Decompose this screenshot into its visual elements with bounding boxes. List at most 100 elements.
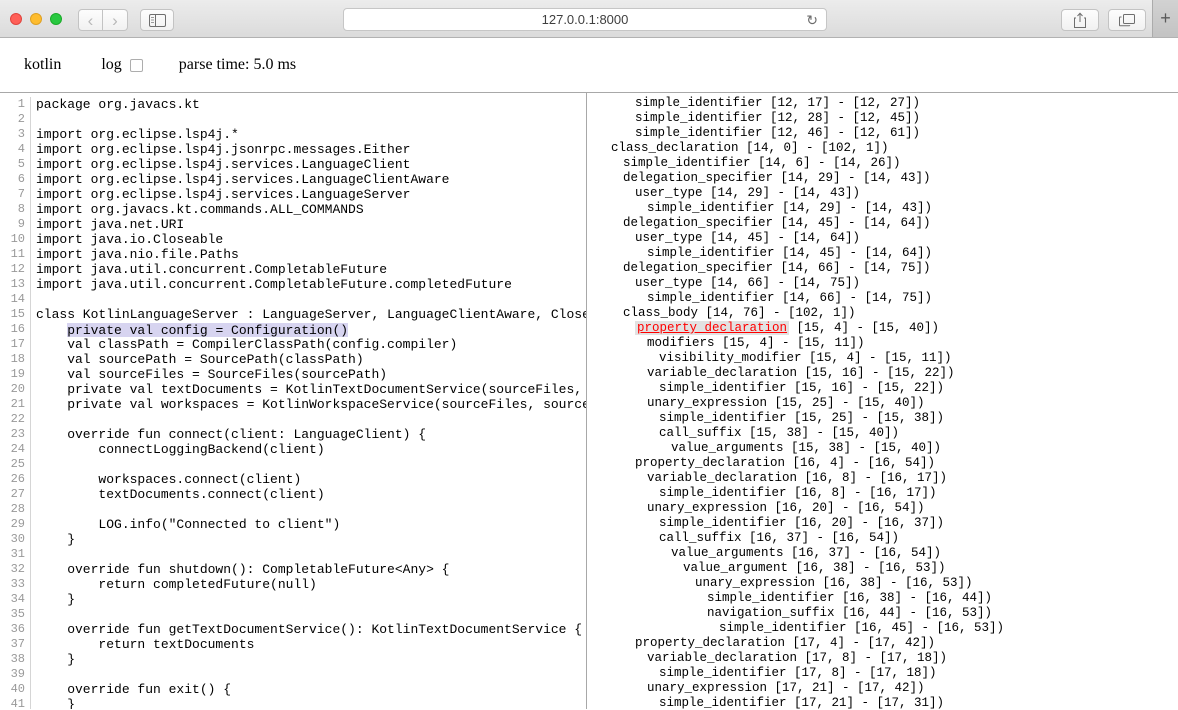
node-name[interactable]: visibility_modifier: [659, 351, 802, 365]
tree-node[interactable]: simple_identifier [12, 46] - [12, 61]): [587, 126, 1178, 141]
code-line[interactable]: 11import java.nio.file.Paths: [0, 247, 586, 262]
new-tab-button[interactable]: +: [1152, 0, 1178, 37]
code-line[interactable]: 34 }: [0, 592, 586, 607]
node-name[interactable]: simple_identifier: [659, 696, 787, 709]
tree-node[interactable]: user_type [14, 29] - [14, 43]): [587, 186, 1178, 201]
code-line[interactable]: 1package org.javacs.kt: [0, 97, 586, 112]
node-name[interactable]: delegation_specifier: [623, 216, 773, 230]
tree-node[interactable]: simple_identifier [17, 21] - [17, 31]): [587, 696, 1178, 709]
node-name[interactable]: simple_identifier: [719, 621, 847, 635]
tree-node[interactable]: visibility_modifier [15, 4] - [15, 11]): [587, 351, 1178, 366]
node-name[interactable]: simple_identifier: [623, 156, 751, 170]
node-name[interactable]: modifiers: [647, 336, 715, 350]
node-name[interactable]: user_type: [635, 231, 703, 245]
tree-node[interactable]: property_declaration [15, 4] - [15, 40]): [587, 321, 1178, 336]
node-name[interactable]: variable_declaration: [647, 366, 797, 380]
sidebar-toggle-button[interactable]: [140, 9, 174, 31]
code-line[interactable]: 22: [0, 412, 586, 427]
tree-node[interactable]: simple_identifier [14, 45] - [14, 64]): [587, 246, 1178, 261]
code-line[interactable]: 4import org.eclipse.lsp4j.jsonrpc.messag…: [0, 142, 586, 157]
tree-node[interactable]: simple_identifier [14, 66] - [14, 75]): [587, 291, 1178, 306]
code-line[interactable]: 10import java.io.Closeable: [0, 232, 586, 247]
log-checkbox[interactable]: [130, 59, 143, 72]
tree-node[interactable]: call_suffix [15, 38] - [15, 40]): [587, 426, 1178, 441]
tree-node[interactable]: property_declaration [16, 4] - [16, 54]): [587, 456, 1178, 471]
node-name[interactable]: simple_identifier: [659, 411, 787, 425]
code-line[interactable]: 19 val sourceFiles = SourceFiles(sourceP…: [0, 367, 586, 382]
node-name[interactable]: navigation_suffix: [707, 606, 835, 620]
node-name[interactable]: simple_identifier: [659, 381, 787, 395]
node-name[interactable]: unary_expression: [647, 681, 767, 695]
code-line[interactable]: 24 connectLoggingBackend(client): [0, 442, 586, 457]
code-line[interactable]: 16 private val config = Configuration(): [0, 322, 586, 337]
node-name[interactable]: property_declaration: [635, 456, 785, 470]
tree-node[interactable]: user_type [14, 66] - [14, 75]): [587, 276, 1178, 291]
tree-node[interactable]: simple_identifier [17, 8] - [17, 18]): [587, 666, 1178, 681]
code-line[interactable]: 28: [0, 502, 586, 517]
node-name[interactable]: simple_identifier: [707, 591, 835, 605]
code-line[interactable]: 2: [0, 112, 586, 127]
code-line[interactable]: 5import org.eclipse.lsp4j.services.Langu…: [0, 157, 586, 172]
node-name[interactable]: value_arguments: [671, 441, 784, 455]
code-line[interactable]: 33 return completedFuture(null): [0, 577, 586, 592]
forward-button[interactable]: ›: [103, 9, 128, 31]
tree-node[interactable]: value_argument [16, 38] - [16, 53]): [587, 561, 1178, 576]
code-line[interactable]: 27 textDocuments.connect(client): [0, 487, 586, 502]
code-line[interactable]: 6import org.eclipse.lsp4j.services.Langu…: [0, 172, 586, 187]
code-line[interactable]: 15class KotlinLanguageServer : LanguageS…: [0, 307, 586, 322]
code-line[interactable]: 38 }: [0, 652, 586, 667]
tree-node[interactable]: variable_declaration [15, 16] - [15, 22]…: [587, 366, 1178, 381]
node-name[interactable]: simple_identifier: [659, 486, 787, 500]
code-line[interactable]: 8import org.javacs.kt.commands.ALL_COMMA…: [0, 202, 586, 217]
node-name[interactable]: delegation_specifier: [623, 261, 773, 275]
node-name[interactable]: delegation_specifier: [623, 171, 773, 185]
code-line[interactable]: 26 workspaces.connect(client): [0, 472, 586, 487]
node-name[interactable]: class_body: [623, 306, 698, 320]
node-name[interactable]: simple_identifier: [659, 666, 787, 680]
node-name[interactable]: simple_identifier: [647, 291, 775, 305]
tree-node[interactable]: value_arguments [16, 37] - [16, 54]): [587, 546, 1178, 561]
code-line[interactable]: 21 private val workspaces = KotlinWorksp…: [0, 397, 586, 412]
code-line[interactable]: 20 private val textDocuments = KotlinTex…: [0, 382, 586, 397]
tree-node[interactable]: simple_identifier [15, 16] - [15, 22]): [587, 381, 1178, 396]
tree-node[interactable]: simple_identifier [12, 28] - [12, 45]): [587, 111, 1178, 126]
tree-node[interactable]: simple_identifier [15, 25] - [15, 38]): [587, 411, 1178, 426]
tree-node[interactable]: simple_identifier [12, 17] - [12, 27]): [587, 96, 1178, 111]
code-line[interactable]: 9import java.net.URI: [0, 217, 586, 232]
address-bar[interactable]: 127.0.0.1:8000 ↻: [343, 8, 827, 31]
node-name[interactable]: simple_identifier: [635, 126, 763, 140]
tree-node[interactable]: call_suffix [16, 37] - [16, 54]): [587, 531, 1178, 546]
tree-node[interactable]: value_arguments [15, 38] - [15, 40]): [587, 441, 1178, 456]
close-window-button[interactable]: [10, 13, 22, 25]
tree-node[interactable]: unary_expression [17, 21] - [17, 42]): [587, 681, 1178, 696]
share-button[interactable]: [1061, 9, 1099, 31]
tree-node[interactable]: property_declaration [17, 4] - [17, 42]): [587, 636, 1178, 651]
node-name[interactable]: simple_identifier: [635, 96, 763, 110]
tree-node[interactable]: simple_identifier [14, 29] - [14, 43]): [587, 201, 1178, 216]
code-line[interactable]: 12import java.util.concurrent.Completabl…: [0, 262, 586, 277]
tree-node[interactable]: unary_expression [16, 38] - [16, 53]): [587, 576, 1178, 591]
node-name[interactable]: value_argument: [683, 561, 788, 575]
tree-node[interactable]: simple_identifier [16, 45] - [16, 53]): [587, 621, 1178, 636]
node-name[interactable]: unary_expression: [647, 396, 767, 410]
tree-node[interactable]: variable_declaration [17, 8] - [17, 18]): [587, 651, 1178, 666]
tree-node[interactable]: navigation_suffix [16, 44] - [16, 53]): [587, 606, 1178, 621]
tree-node[interactable]: delegation_specifier [14, 45] - [14, 64]…: [587, 216, 1178, 231]
code-editor[interactable]: 1package org.javacs.kt23import org.eclip…: [0, 93, 587, 709]
tree-node[interactable]: user_type [14, 45] - [14, 64]): [587, 231, 1178, 246]
code-line[interactable]: 23 override fun connect(client: Language…: [0, 427, 586, 442]
code-line[interactable]: 14: [0, 292, 586, 307]
tree-node[interactable]: class_body [14, 76] - [102, 1]): [587, 306, 1178, 321]
node-name[interactable]: simple_identifier: [635, 111, 763, 125]
code-line[interactable]: 25: [0, 457, 586, 472]
code-line[interactable]: 36 override fun getTextDocumentService()…: [0, 622, 586, 637]
node-name[interactable]: unary_expression: [647, 501, 767, 515]
node-name[interactable]: variable_declaration: [647, 651, 797, 665]
code-line[interactable]: 37 return textDocuments: [0, 637, 586, 652]
node-name[interactable]: call_suffix: [659, 531, 742, 545]
node-name[interactable]: class_declaration: [611, 141, 739, 155]
code-line[interactable]: 7import org.eclipse.lsp4j.services.Langu…: [0, 187, 586, 202]
node-name[interactable]: value_arguments: [671, 546, 784, 560]
code-line[interactable]: 30 }: [0, 532, 586, 547]
node-name[interactable]: unary_expression: [695, 576, 815, 590]
